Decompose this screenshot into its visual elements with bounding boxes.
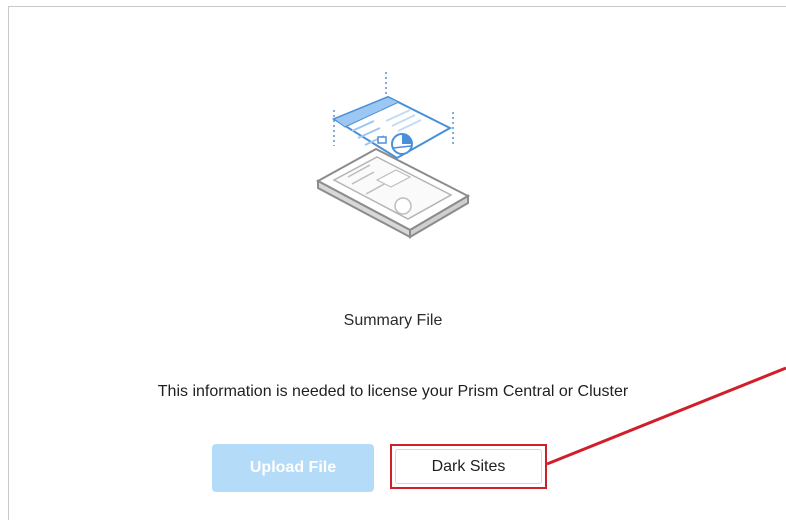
summary-file-title: Summary File: [343, 312, 443, 329]
summary-file-illustration-icon: [315, 72, 471, 239]
dark-sites-highlight: Dark Sites: [390, 444, 547, 489]
page: Summary File This information is needed …: [0, 0, 786, 520]
dark-sites-button[interactable]: Dark Sites: [395, 449, 542, 484]
summary-file-description: This information is needed to license yo…: [157, 383, 629, 400]
upload-file-button[interactable]: Upload File: [212, 444, 374, 492]
